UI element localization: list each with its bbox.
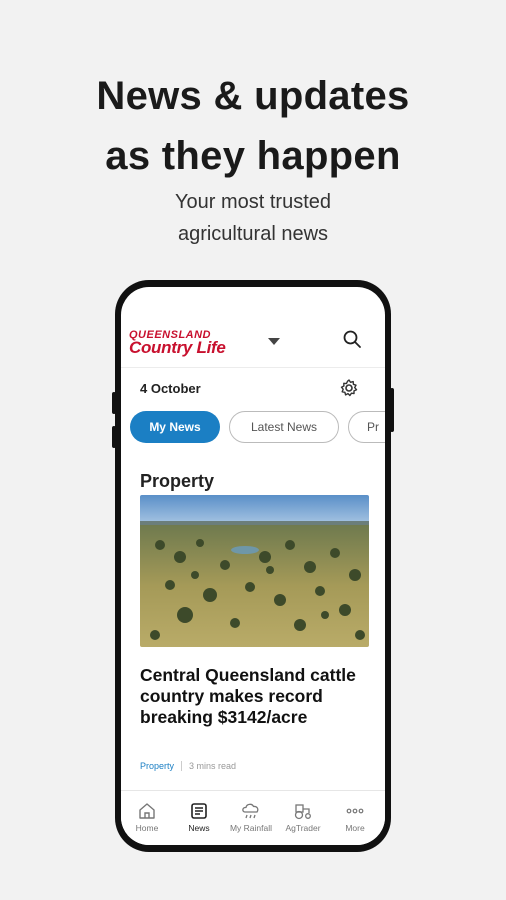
nav-my-rainfall-label: My Rainfall	[229, 823, 273, 833]
gear-icon[interactable]	[339, 378, 359, 398]
tab-my-news[interactable]: My News	[130, 411, 220, 443]
phone-side-button-right	[390, 388, 394, 432]
headline-line-1: News & updates	[96, 74, 410, 118]
landscape-photo	[140, 495, 369, 647]
promo-headline: News & updates as they happen	[0, 66, 506, 186]
meta-separator	[181, 761, 183, 771]
current-date: 4 October	[140, 381, 201, 396]
phone-side-button-left-2	[112, 426, 116, 448]
read-time: 3 mins read	[189, 761, 237, 771]
subtitle-line-1: Your most trusted	[174, 191, 331, 213]
app-logo[interactable]: QUEENSLAND Country Life	[129, 329, 255, 361]
category-tabs: My News Latest News Pr	[130, 411, 385, 445]
newspaper-icon	[191, 803, 207, 819]
nav-my-rainfall[interactable]: My Rainfall	[225, 791, 277, 845]
nav-agtrader[interactable]: AgTrader	[277, 791, 329, 845]
nav-news-label: News	[188, 823, 210, 833]
logo-line-2: Country Life	[129, 338, 226, 357]
article-hero-image[interactable]	[140, 495, 369, 647]
nav-agtrader-label: AgTrader	[285, 823, 321, 833]
nav-home-label: Home	[135, 823, 159, 833]
header-divider	[121, 367, 385, 368]
search-icon	[343, 330, 361, 348]
subtitle-line-2: agricultural news	[177, 223, 329, 245]
article-meta: Property 3 mins read	[140, 761, 236, 771]
article-headline[interactable]: Central Queensland cattle country makes …	[140, 665, 370, 728]
home-icon	[139, 803, 155, 819]
phone-side-button-left-1	[112, 392, 116, 414]
tab-latest-news[interactable]: Latest News	[229, 411, 339, 443]
article-category-tag[interactable]: Property	[140, 761, 174, 771]
section-title: Property	[140, 471, 215, 491]
promo-subtitle: Your most trusted agricultural news	[0, 186, 506, 250]
tractor-icon	[294, 804, 311, 820]
search-button[interactable]	[333, 320, 371, 358]
bottom-navigation: Home News My Rainfall AgTrader More	[121, 790, 385, 845]
phone-screen: QUEENSLAND Country Life 4 October My New…	[121, 287, 385, 845]
nav-news[interactable]: News	[173, 791, 225, 845]
chevron-down-icon[interactable]	[267, 334, 281, 348]
more-dots-icon	[346, 808, 364, 814]
tab-partial[interactable]: Pr	[348, 411, 385, 443]
headline-line-2: as they happen	[105, 134, 401, 178]
nav-more-label: More	[345, 823, 365, 833]
rain-cloud-icon	[242, 803, 259, 819]
nav-more[interactable]: More	[329, 791, 381, 845]
nav-home[interactable]: Home	[121, 791, 173, 845]
